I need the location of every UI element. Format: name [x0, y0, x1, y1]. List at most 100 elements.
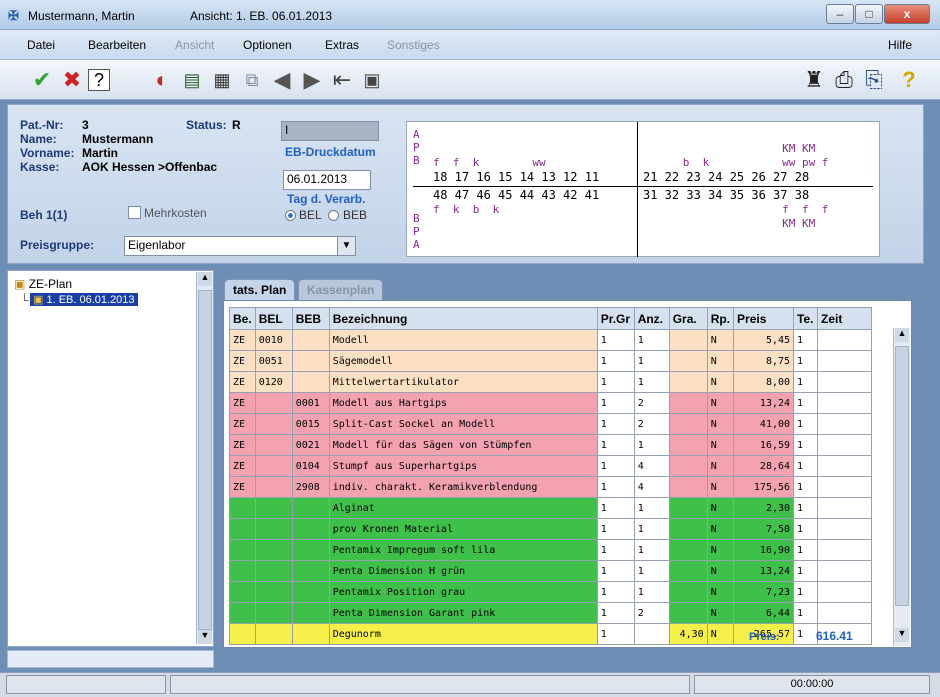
- print-preview-icon[interactable]: ▣: [358, 66, 386, 94]
- copy-icon[interactable]: ⧉: [238, 66, 266, 94]
- cell-preis[interactable]: 7,50: [733, 518, 795, 540]
- table-row[interactable]: Pentamix Impregum soft lila 1 1 N 16,90 1: [229, 539, 873, 561]
- cell-beb[interactable]: [291, 602, 330, 624]
- cell-anz[interactable]: 2: [633, 392, 670, 414]
- cell-gra[interactable]: [668, 350, 708, 372]
- cell-preis[interactable]: 8,00: [733, 371, 795, 393]
- cell-preis[interactable]: 7,23: [733, 581, 795, 603]
- cell-zeit[interactable]: [817, 539, 873, 561]
- menu-extras[interactable]: Extras: [325, 38, 359, 52]
- menu-sonstiges[interactable]: Sonstiges: [387, 38, 440, 52]
- cell-prgr[interactable]: 1: [596, 329, 635, 351]
- cell-preis[interactable]: 16,59: [733, 434, 795, 456]
- cell-prgr[interactable]: 1: [596, 581, 635, 603]
- scroll-down-icon[interactable]: ▼: [895, 628, 909, 642]
- table-row[interactable]: ZE 0104 Stumpf aus Superhartgips 1 4 N 28,64 1: [229, 455, 873, 477]
- cell-zeit[interactable]: [817, 602, 873, 624]
- cell-prgr[interactable]: 1: [596, 371, 635, 393]
- help-icon[interactable]: ?: [895, 66, 923, 94]
- cell-zeit[interactable]: [817, 350, 873, 372]
- cell-prgr[interactable]: 1: [596, 560, 635, 582]
- menu-datei[interactable]: Datei: [27, 38, 55, 52]
- cell-bezeichnung[interactable]: Mittelwertartikulator: [328, 371, 598, 393]
- table-row[interactable]: Alginat 1 1 N 2,30 1: [229, 497, 873, 519]
- cell-te[interactable]: 1: [793, 455, 819, 477]
- radio-beb[interactable]: [328, 210, 339, 221]
- cell-zeit[interactable]: [817, 392, 873, 414]
- cell-be[interactable]: [229, 560, 256, 582]
- cell-be[interactable]: ZE: [229, 455, 256, 477]
- cell-gra[interactable]: [668, 602, 708, 624]
- cell-bezeichnung[interactable]: Modell aus Hartgips: [328, 392, 598, 414]
- scroll-thumb[interactable]: [895, 346, 909, 606]
- table-scrollbar[interactable]: ▲ ▼: [893, 328, 910, 646]
- cell-zeit[interactable]: [817, 581, 873, 603]
- cell-zeit[interactable]: [817, 413, 873, 435]
- cell-gra[interactable]: [668, 581, 708, 603]
- cell-beb[interactable]: [291, 581, 330, 603]
- cell-be[interactable]: ZE: [229, 350, 256, 372]
- cell-anz[interactable]: 4: [633, 455, 670, 477]
- cell-te[interactable]: 1: [793, 539, 819, 561]
- cell-zeit[interactable]: [817, 560, 873, 582]
- col-anz[interactable]: Anz.: [633, 307, 670, 330]
- scroll-down-icon[interactable]: ▼: [198, 630, 212, 644]
- col-zeit[interactable]: Zeit: [817, 307, 873, 330]
- cell-prgr[interactable]: 1: [596, 497, 635, 519]
- cell-anz[interactable]: 1: [633, 581, 670, 603]
- cell-rp[interactable]: N: [706, 329, 735, 351]
- minimize-button[interactable]: –: [826, 4, 854, 24]
- search-input[interactable]: I: [281, 121, 379, 141]
- status-table-icon[interactable]: ▦: [208, 66, 236, 94]
- cell-beb[interactable]: 2908: [291, 476, 330, 498]
- cell-be[interactable]: [229, 518, 256, 540]
- cell-gra[interactable]: [668, 455, 708, 477]
- cell-gra[interactable]: [668, 497, 708, 519]
- cell-gra[interactable]: [668, 371, 708, 393]
- cell-bel[interactable]: 0051: [254, 350, 293, 372]
- cell-gra[interactable]: [668, 518, 708, 540]
- help-query-icon[interactable]: ?: [88, 69, 110, 91]
- cell-be[interactable]: ZE: [229, 329, 256, 351]
- cell-rp[interactable]: N: [706, 518, 735, 540]
- cell-bezeichnung[interactable]: Degunorm: [328, 623, 598, 645]
- cell-rp[interactable]: N: [706, 371, 735, 393]
- col-rp[interactable]: Rp.: [706, 307, 735, 330]
- cell-gra[interactable]: [668, 329, 708, 351]
- cell-anz[interactable]: 1: [633, 329, 670, 351]
- document-icon[interactable]: ▤: [178, 66, 206, 94]
- cell-zeit[interactable]: [817, 497, 873, 519]
- cell-rp[interactable]: N: [706, 581, 735, 603]
- cell-zeit[interactable]: [817, 518, 873, 540]
- cell-be[interactable]: ZE: [229, 371, 256, 393]
- cell-bezeichnung[interactable]: Modell für das Sägen von Stümpfen: [328, 434, 598, 456]
- cell-rp[interactable]: N: [706, 476, 735, 498]
- cell-prgr[interactable]: 1: [596, 350, 635, 372]
- druckdatum-input[interactable]: 06.01.2013: [283, 170, 371, 190]
- table-row[interactable]: ZE 2908 indiv. charakt. Keramikverblendung…: [229, 476, 873, 498]
- cell-bezeichnung[interactable]: Sägemodell: [328, 350, 598, 372]
- cell-prgr[interactable]: 1: [596, 623, 635, 645]
- tree-scrollbar[interactable]: ▲ ▼: [196, 272, 213, 644]
- cell-gra[interactable]: [668, 413, 708, 435]
- cell-be[interactable]: [229, 539, 256, 561]
- cell-te[interactable]: 1: [793, 476, 819, 498]
- cell-te[interactable]: 1: [793, 392, 819, 414]
- cell-be[interactable]: ZE: [229, 413, 256, 435]
- cell-zeit[interactable]: [817, 476, 873, 498]
- cell-beb[interactable]: 0021: [291, 434, 330, 456]
- cell-te[interactable]: 1: [793, 329, 819, 351]
- cell-bel[interactable]: [254, 413, 293, 435]
- cell-bel[interactable]: [254, 560, 293, 582]
- cell-zeit[interactable]: [817, 455, 873, 477]
- cell-zeit[interactable]: [817, 371, 873, 393]
- cell-beb[interactable]: [291, 350, 330, 372]
- cell-bel[interactable]: [254, 476, 293, 498]
- menu-optionen[interactable]: Optionen: [243, 38, 292, 52]
- cell-preis[interactable]: 6,44: [733, 602, 795, 624]
- scroll-thumb[interactable]: [198, 290, 212, 630]
- cell-bel[interactable]: [254, 581, 293, 603]
- cell-gra[interactable]: [668, 560, 708, 582]
- cell-bel[interactable]: [254, 392, 293, 414]
- cell-bezeichnung[interactable]: indiv. charakt. Keramikverblendung: [328, 476, 598, 498]
